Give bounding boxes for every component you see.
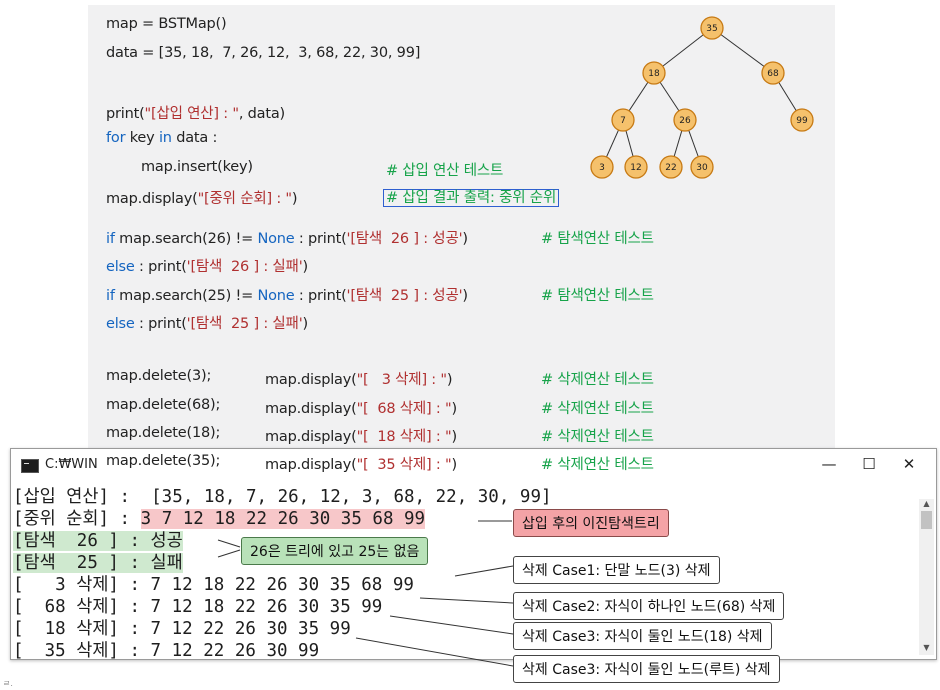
console-output: [삽입 연산] : [35, 18, 7, 26, 12, 3, 68, 22,… [13,481,913,661]
code-line-3: print("[삽입 연산] : ", data) [106,106,285,122]
tree-node-7: 7 [611,108,635,132]
svg-text:35: 35 [706,24,717,34]
scroll-down-arrow-icon[interactable]: ▼ [919,643,934,655]
console-app-icon [21,459,39,473]
code-delete-display-0: map.display("[ 3 삭제] : ") [265,372,453,388]
console-title: C:₩WIN [45,457,98,472]
svg-text:12: 12 [630,163,641,173]
svg-text:18: 18 [648,69,660,79]
code-comment-6: # 삽입 결과 출력: 중위 순위 [383,186,560,207]
tree-edges [601,27,803,168]
code-comment-5: # 삽입 연산 테스트 [386,163,504,179]
vertical-scrollbar[interactable]: ▲ ▼ [919,499,934,655]
code-delete-call-2: map.delete(18); [106,425,221,441]
code-comment-7: # 탐색연산 테스트 [541,231,654,247]
tree-node-26: 26 [673,108,697,132]
tree-node-99: 99 [790,108,814,132]
code-delete-call-3: map.delete(35); [106,453,221,469]
code-delete-call-1: map.delete(68); [106,397,221,413]
tree-node-12: 12 [624,155,648,179]
tree-node-3: 3 [590,155,614,179]
callout-delete-case1: 삭제 Case1: 단말 노드(3) 삭제 [513,556,720,584]
code-line-7: if map.search(26) != None : print('[탐색 2… [106,231,468,247]
tree-node-35: 35 [700,16,724,40]
tree-node-68: 68 [761,61,785,85]
callout-search-result: 26은 트리에 있고 25는 없음 [241,537,429,565]
code-delete-display-3: map.display("[ 35 삭제] : ") [265,457,457,473]
code-line-1: map = BSTMap() [106,16,227,32]
svg-text:7: 7 [620,116,626,126]
scroll-thumb[interactable] [921,511,932,529]
code-delete-comment-2: # 삭제연산 테스트 [541,429,654,445]
tree-node-22: 22 [659,155,683,179]
svg-text:26: 26 [679,116,691,126]
callout-bst-after-insert: 삽입 후의 이진탐색트리 [513,509,669,537]
svg-text:99: 99 [796,116,808,126]
code-delete-comment-3: # 삭제연산 테스트 [541,457,654,473]
tree-node-18: 18 [642,61,666,85]
callout-delete-case3-root: 삭제 Case3: 자식이 둘인 노드(루트) 삭제 [513,655,780,683]
close-button[interactable]: ✕ [894,453,924,475]
svg-text:30: 30 [696,163,708,173]
code-line-9: if map.search(25) != None : print('[탐색 2… [106,288,468,304]
maximize-button[interactable]: ☐ [854,453,884,475]
code-line-2: data = [35, 18, 7, 26, 12, 3, 68, 22, 30… [106,45,421,61]
minimize-button[interactable]: — [814,453,844,475]
svg-text:68: 68 [767,69,779,79]
code-comment-9: # 탐색연산 테스트 [541,288,654,304]
inorder-values-highlight: 3 7 12 18 22 26 30 35 68 99 [140,509,426,529]
svg-text:3: 3 [599,163,605,173]
code-delete-call-0: map.delete(3); [106,368,212,384]
code-line-5: map.insert(key) [141,159,253,175]
console-line-del35: [ 35 삭제] : 7 12 22 26 30 99 [13,641,320,661]
code-line-8: else : print('[탐색 26 ] : 실패') [106,259,308,275]
callout-delete-case3-18: 삭제 Case3: 자식이 둘인 노드(18) 삭제 [513,622,772,650]
tree-node-30: 30 [690,155,714,179]
callout-delete-case2: 삭제 Case2: 자식이 하나인 노드(68) 삭제 [513,592,785,620]
code-line-4: for key in data : [106,130,218,146]
code-line-6: map.display("[중위 순회] : ") [106,191,298,207]
bst-tree-diagram: 35 18 68 7 26 99 3 12 22 30 [590,16,814,179]
footnote-text: ㄹ. [3,679,13,688]
svg-text:22: 22 [665,163,676,173]
console-window: C:₩WIN — ☐ ✕ [삽입 연산] : [35, 18, 7, 26, 1… [10,448,937,661]
code-delete-comment-0: # 삭제연산 테스트 [541,372,654,388]
scroll-up-arrow-icon[interactable]: ▲ [919,499,934,511]
code-delete-display-2: map.display("[ 18 삭제] : ") [265,429,457,445]
code-delete-display-1: map.display("[ 68 삭제] : ") [265,401,457,417]
code-line-10: else : print('[탐색 25 ] : 실패') [106,316,308,332]
code-delete-comment-1: # 삭제연산 테스트 [541,401,654,417]
